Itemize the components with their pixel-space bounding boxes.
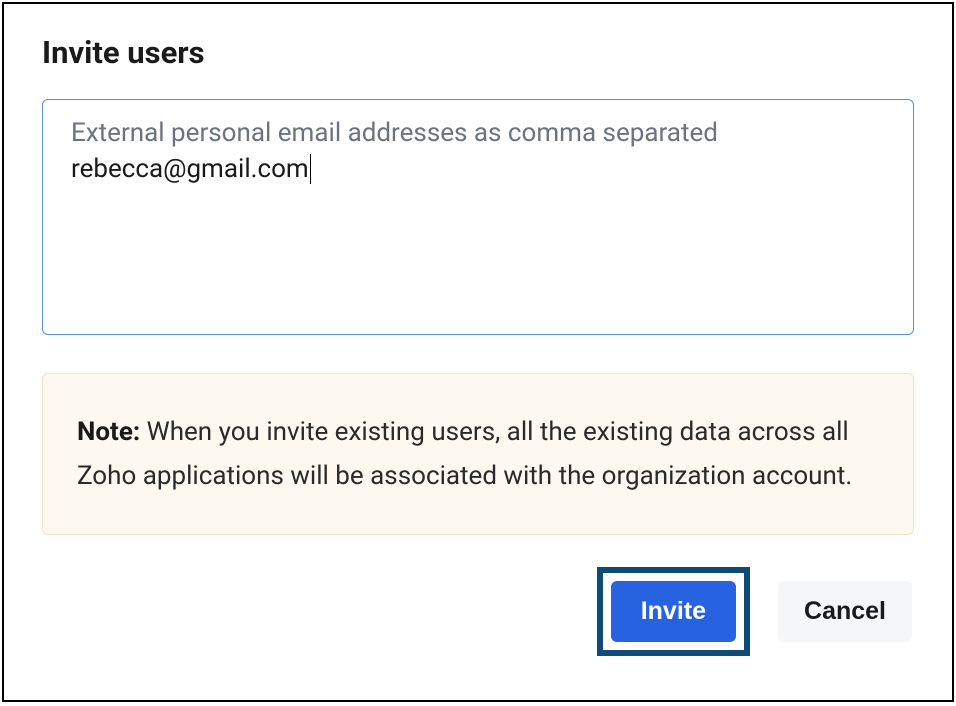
cancel-button[interactable]: Cancel bbox=[778, 581, 912, 642]
note-label: Note: bbox=[77, 417, 140, 447]
note-body: When you invite existing users, all the … bbox=[77, 417, 852, 491]
note-box: Note: When you invite existing users, al… bbox=[42, 373, 914, 535]
text-cursor bbox=[310, 154, 311, 184]
invite-users-dialog: Invite users External personal email add… bbox=[2, 2, 954, 702]
invite-button[interactable]: Invite bbox=[611, 581, 736, 642]
note-text: Note: When you invite existing users, al… bbox=[77, 417, 852, 491]
dialog-title: Invite users bbox=[42, 34, 914, 71]
email-input-value: rebecca@gmail.com bbox=[71, 154, 309, 184]
invite-button-highlight: Invite bbox=[597, 567, 750, 656]
button-row: Invite Cancel bbox=[42, 567, 914, 656]
email-input-placeholder: External personal email addresses as com… bbox=[71, 118, 885, 148]
email-input[interactable]: External personal email addresses as com… bbox=[42, 99, 914, 335]
